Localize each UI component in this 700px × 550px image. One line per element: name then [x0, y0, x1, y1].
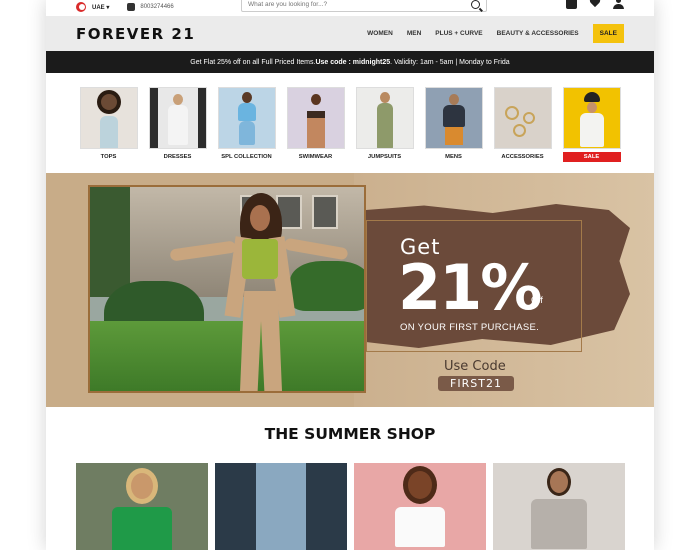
category-spl-collection[interactable]: SPL COLLECTION [217, 87, 276, 172]
category-label: TOPS [100, 154, 117, 160]
nav-links: WOMEN MEN PLUS + CURVE BEAUTY & ACCESSOR… [367, 16, 624, 51]
nav-link-beauty-accessories[interactable]: BEAUTY & ACCESSORIES [497, 30, 579, 37]
category-label: SWIMWEAR [298, 154, 333, 160]
category-tops[interactable]: TOPS [79, 87, 138, 172]
shopping-bag-icon[interactable]: 0 [566, 0, 577, 9]
section-title: THE SUMMER SHOP [264, 425, 436, 443]
category-accessories[interactable]: ACCESSORIES [493, 87, 552, 172]
main-navigation: FOREVER 21 WOMEN MEN PLUS + CURVE BEAUTY… [46, 16, 654, 51]
product-tile[interactable] [76, 463, 208, 550]
category-image[interactable] [424, 87, 483, 149]
use-code-label: Use Code [444, 359, 506, 374]
utility-bar: UAE ▾ 8003274466 0 [46, 0, 654, 14]
category-label: MENS [445, 154, 462, 160]
summer-products-row [76, 463, 625, 550]
site-logo[interactable]: FOREVER 21 [76, 25, 195, 43]
search-icon[interactable] [471, 0, 480, 9]
category-swimwear[interactable]: SWIMWEAR [286, 87, 345, 172]
category-label: SALE [562, 152, 621, 162]
category-image[interactable] [79, 87, 138, 149]
hero-banner[interactable]: Get 21% Off ON YOUR FIRST PURCHASE. Use … [46, 173, 654, 407]
category-strip: TOPS DRESSES SPL COLLECTION SWIMWEAR JUM… [46, 73, 654, 172]
offer-off-text: Off [531, 295, 543, 305]
header-icons: 0 [566, 0, 624, 9]
nav-link-plus-curve[interactable]: PLUS + CURVE [435, 30, 482, 37]
promo-banner[interactable]: Get Flat 25% off on all Full Priced Item… [46, 51, 654, 73]
category-image[interactable] [355, 87, 414, 149]
hero-photo [88, 185, 366, 393]
offer-percent: 21% [398, 251, 542, 324]
category-dresses[interactable]: DRESSES [148, 87, 207, 172]
category-image[interactable] [217, 87, 276, 149]
promo-code: Use code : midnight25 [315, 58, 391, 66]
category-image[interactable] [148, 87, 207, 149]
model-figure [169, 193, 349, 391]
phone-number[interactable]: 8003274466 [140, 4, 173, 10]
country-selector[interactable]: UAE ▾ [92, 4, 109, 11]
product-tile[interactable] [215, 463, 347, 550]
category-label: SPL COLLECTION [221, 154, 272, 160]
user-account-icon[interactable] [613, 0, 624, 9]
category-image[interactable] [493, 87, 552, 149]
category-label: ACCESSORIES [501, 154, 544, 160]
category-image[interactable] [562, 87, 621, 149]
category-label: DRESSES [163, 154, 192, 160]
nav-link-sale[interactable]: SALE [592, 24, 624, 43]
category-label: JUMPSUITS [367, 154, 402, 160]
wishlist-heart-icon[interactable] [589, 0, 601, 9]
search-input[interactable] [248, 1, 471, 8]
phone-icon [127, 3, 136, 11]
offer-subtitle: ON YOUR FIRST PURCHASE. [400, 322, 540, 333]
search-bar[interactable] [241, 0, 487, 12]
category-jumpsuits[interactable]: JUMPSUITS [355, 87, 414, 172]
category-image[interactable] [286, 87, 345, 149]
country-flag-icon[interactable] [76, 2, 86, 12]
nav-link-women[interactable]: WOMEN [367, 30, 393, 37]
page-frame: UAE ▾ 8003274466 0 FOREVER 21 WOMEN MEN … [46, 0, 654, 550]
category-mens[interactable]: MENS [424, 87, 483, 172]
promo-code-badge[interactable]: FIRST21 [438, 376, 514, 391]
promo-text-before: Get Flat 25% off on all Full Priced Item… [190, 58, 316, 66]
promo-text-after: . Validity: 1am - 5am | Monday to Frida [390, 58, 510, 66]
product-tile[interactable] [354, 463, 486, 550]
product-tile[interactable] [493, 463, 625, 550]
category-sale[interactable]: SALE [562, 87, 621, 172]
nav-link-men[interactable]: MEN [407, 30, 421, 37]
